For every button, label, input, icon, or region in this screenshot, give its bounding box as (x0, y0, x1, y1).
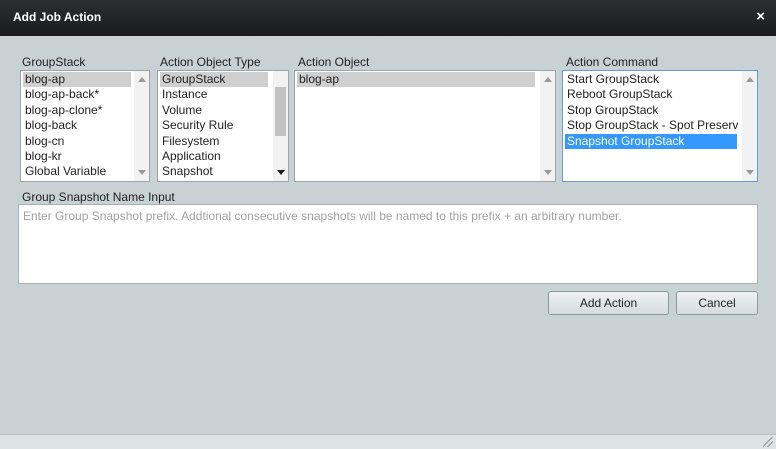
scroll-down-icon[interactable] (138, 170, 146, 175)
list-item[interactable]: Snapshot (160, 164, 213, 179)
snapshot-name-label: Group Snapshot Name Input (22, 190, 175, 204)
list-item[interactable]: Volume (160, 103, 202, 118)
scroll-up-icon[interactable] (746, 77, 754, 82)
scroll-down-icon[interactable] (544, 170, 552, 175)
list-item[interactable]: blog-ap-clone* (23, 103, 102, 118)
list-item[interactable]: Filesystem (160, 134, 219, 149)
snapshot-name-input[interactable]: Enter Group Snapshot prefix. Addtional c… (18, 204, 758, 284)
list-item[interactable]: Global Variable (23, 164, 106, 179)
list-item[interactable]: blog-cn (23, 134, 64, 149)
list-item[interactable]: GroupStack (160, 72, 268, 87)
list-item[interactable]: Application (160, 149, 221, 164)
action-object-type-label: Action Object Type (160, 55, 261, 69)
action-command-label: Action Command (566, 55, 659, 69)
dialog-title: Add Job Action (13, 10, 102, 24)
close-icon[interactable]: × (756, 8, 765, 26)
action-object-type-listbox[interactable]: GroupStack Instance Volume Security Rule… (157, 70, 289, 182)
list-item[interactable]: Instance (160, 87, 207, 102)
scroll-up-icon[interactable] (138, 77, 146, 82)
list-item-selected[interactable]: Snapshot GroupStack (565, 134, 737, 149)
list-item[interactable]: blog-ap (23, 72, 131, 87)
scroll-thumb[interactable] (275, 87, 286, 136)
scroll-up-icon[interactable] (544, 77, 552, 82)
list-item[interactable]: blog-ap-back* (23, 87, 99, 102)
snapshot-name-placeholder: Enter Group Snapshot prefix. Addtional c… (23, 209, 622, 223)
dialog-footer (0, 434, 776, 449)
scroll-down-icon[interactable] (277, 170, 285, 175)
list-item[interactable]: Stop GroupStack (565, 103, 658, 118)
list-item[interactable]: Stop GroupStack - Spot Preserv (565, 118, 739, 133)
scrollbar[interactable] (742, 71, 757, 181)
scrollbar[interactable] (134, 71, 149, 181)
cancel-button[interactable]: Cancel (676, 291, 758, 315)
list-item[interactable]: Start GroupStack (565, 72, 659, 87)
list-item[interactable]: Security Rule (160, 118, 233, 133)
scrollbar[interactable] (540, 71, 555, 181)
scrollbar[interactable] (273, 71, 288, 181)
scroll-down-icon[interactable] (746, 170, 754, 175)
action-object-label: Action Object (298, 55, 370, 69)
action-command-listbox[interactable]: Start GroupStack Reboot GroupStack Stop … (562, 70, 758, 182)
list-item[interactable]: blog-kr (23, 149, 62, 164)
list-item[interactable]: blog-ap (297, 72, 535, 87)
groupstack-label: GroupStack (22, 55, 86, 69)
dialog-titlebar: Add Job Action × (0, 0, 776, 36)
dialog-body: GroupStack blog-ap blog-ap-back* blog-ap… (0, 36, 776, 434)
groupstack-listbox[interactable]: blog-ap blog-ap-back* blog-ap-clone* blo… (20, 70, 150, 182)
list-item[interactable]: Reboot GroupStack (565, 87, 672, 102)
resize-grip-icon[interactable] (763, 437, 773, 447)
list-item[interactable]: blog-back (23, 118, 77, 133)
add-action-button[interactable]: Add Action (548, 291, 669, 315)
action-object-listbox[interactable]: blog-ap (294, 70, 556, 182)
